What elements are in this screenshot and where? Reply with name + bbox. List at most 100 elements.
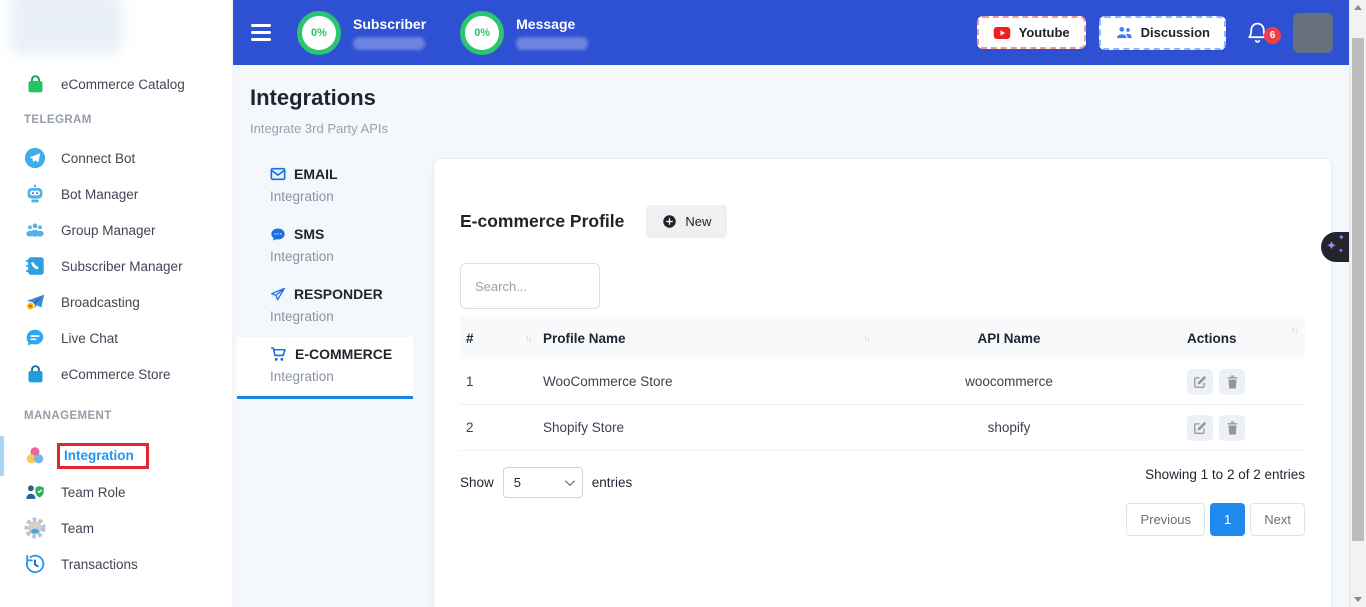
edit-icon <box>1193 375 1207 389</box>
sidebar-item-ecommerce-store[interactable]: eCommerce Store <box>0 356 232 392</box>
sparkle-icon: ✦ <box>1326 238 1337 254</box>
shopping-bag-blue-icon <box>24 363 46 385</box>
sidebar-item-bot-manager[interactable]: Bot Manager <box>0 176 232 212</box>
column-header-profile-name[interactable]: Profile Name ↑↓ <box>543 331 881 346</box>
sparkle-icon: ✦ <box>1338 233 1345 242</box>
column-header-api-name[interactable]: API Name <box>881 331 1137 346</box>
envelope-icon <box>270 167 286 181</box>
integration-circles-icon <box>24 445 46 467</box>
top-header: 0% Subscriber 0% Message Youtube Discuss… <box>233 0 1349 65</box>
sparkle-icon: ✦ <box>1338 247 1344 255</box>
tab-email-integration[interactable]: EMAIL Integration <box>237 157 413 216</box>
main-content: Integrations Integrate 3rd Party APIs EM… <box>233 65 1349 607</box>
ecommerce-profile-card: E-commerce Profile New # ↑↓ Profile <box>433 158 1332 607</box>
broadcast-plane-icon <box>24 291 46 313</box>
sidebar-item-label: Team <box>61 521 94 536</box>
sidebar-item-live-chat[interactable]: Live Chat <box>0 320 232 356</box>
users-group-icon <box>24 219 46 241</box>
next-page-button[interactable]: Next <box>1250 503 1305 536</box>
person-shield-icon <box>24 481 46 503</box>
sidebar: eCommerce Catalog TELEGRAM Connect Bot B… <box>0 0 233 607</box>
ai-assistant-button[interactable]: ✦ ✦ ✦ <box>1321 232 1349 262</box>
sidebar-item-connect-bot[interactable]: Connect Bot <box>0 140 232 176</box>
table-summary: Showing 1 to 2 of 2 entries <box>1126 467 1305 482</box>
youtube-icon <box>993 26 1011 40</box>
profile-name-cell: Shopify Store <box>543 420 881 435</box>
subscriber-progress: 0% Subscriber <box>297 11 426 55</box>
sidebar-item-label: Transactions <box>61 557 138 572</box>
app-logo <box>10 0 122 54</box>
avatar[interactable] <box>1293 13 1333 53</box>
sort-icon: ↑↓ <box>525 334 543 343</box>
tab-subtitle: Integration <box>270 248 413 266</box>
sidebar-item-team-role[interactable]: Team Role <box>0 474 232 510</box>
sidebar-item-label: Team Role <box>61 485 126 500</box>
tab-responder-integration[interactable]: RESPONDER Integration <box>237 277 413 336</box>
previous-page-button[interactable]: Previous <box>1126 503 1205 536</box>
delete-button[interactable] <box>1219 415 1245 441</box>
page-size-select[interactable]: 5 <box>503 467 583 498</box>
sidebar-item-label: Live Chat <box>61 331 118 346</box>
tab-sms-integration[interactable]: SMS Integration <box>237 217 413 276</box>
scrollbar-thumb[interactable] <box>1352 38 1364 541</box>
sidebar-item-label: eCommerce Store <box>61 367 171 382</box>
profiles-table: # ↑↓ Profile Name ↑↓ API Name Actions ↑↓ <box>460 317 1305 451</box>
integration-tabs: EMAIL Integration SMS Integration RESPON… <box>237 157 413 400</box>
vertical-scrollbar[interactable] <box>1349 0 1366 607</box>
message-progress-ring: 0% <box>460 11 504 55</box>
delete-button[interactable] <box>1219 369 1245 395</box>
row-number: 2 <box>460 420 543 435</box>
tab-subtitle: Integration <box>270 368 413 386</box>
sidebar-item-label: Connect Bot <box>61 151 135 166</box>
table-row: 1 WooCommerce Store woocommerce <box>460 359 1305 405</box>
notifications-button[interactable]: 6 <box>1245 20 1270 45</box>
sidebar-item-broadcasting[interactable]: Broadcasting <box>0 284 232 320</box>
notification-count-badge: 6 <box>1264 27 1281 44</box>
scroll-up-arrow-icon[interactable] <box>1354 5 1362 10</box>
edit-button[interactable] <box>1187 369 1213 395</box>
row-number: 1 <box>460 374 543 389</box>
sidebar-item-subscriber-manager[interactable]: Subscriber Manager <box>0 248 232 284</box>
trash-icon <box>1226 375 1239 389</box>
plus-circle-icon <box>662 214 677 229</box>
active-item-indicator <box>0 436 4 476</box>
tab-title: E-COMMERCE <box>295 345 392 363</box>
sidebar-item-team[interactable]: Team <box>0 510 232 546</box>
robot-icon <box>24 183 46 205</box>
sort-icon: ↑↓ <box>863 334 881 343</box>
column-header-number[interactable]: # ↑↓ <box>460 331 543 346</box>
tab-title: SMS <box>294 225 324 243</box>
scroll-down-arrow-icon[interactable] <box>1354 597 1362 602</box>
message-progress: 0% Message <box>460 11 588 55</box>
shopping-bag-green-icon <box>24 73 46 95</box>
current-page-button[interactable]: 1 <box>1210 503 1245 536</box>
table-row: 2 Shopify Store shopify <box>460 405 1305 451</box>
menu-toggle-icon[interactable] <box>251 24 271 41</box>
tab-subtitle: Integration <box>270 308 413 326</box>
gear-person-icon <box>24 517 46 539</box>
show-label: Show <box>460 475 494 490</box>
chevron-down-icon <box>565 476 575 486</box>
youtube-button[interactable]: Youtube <box>977 16 1086 49</box>
tab-ecommerce-integration[interactable]: E-COMMERCE Integration <box>237 337 413 399</box>
new-profile-button[interactable]: New <box>646 205 727 238</box>
pagination: Previous 1 Next <box>1126 503 1305 536</box>
sidebar-item-ecommerce-catalog[interactable]: eCommerce Catalog <box>0 66 232 102</box>
sidebar-item-label: Broadcasting <box>61 295 140 310</box>
sidebar-item-integration[interactable]: Integration <box>0 438 232 474</box>
sidebar-section-management: MANAGEMENT <box>0 392 232 428</box>
column-header-actions[interactable]: Actions <box>1137 331 1305 346</box>
search-input[interactable] <box>460 263 600 309</box>
shopping-cart-icon <box>270 346 287 362</box>
page-title: Integrations <box>250 85 376 111</box>
edit-button[interactable] <box>1187 415 1213 441</box>
discussion-button[interactable]: Discussion <box>1099 16 1226 50</box>
sidebar-item-transactions[interactable]: Transactions <box>0 546 232 582</box>
sidebar-section-telegram: TELEGRAM <box>0 102 232 132</box>
sidebar-item-group-manager[interactable]: Group Manager <box>0 212 232 248</box>
subscriber-stat-redacted-value <box>353 37 425 50</box>
page-subtitle: Integrate 3rd Party APIs <box>250 121 388 136</box>
api-name-cell: shopify <box>881 420 1137 435</box>
tab-title: EMAIL <box>294 165 338 183</box>
sidebar-item-label: Subscriber Manager <box>61 259 183 274</box>
